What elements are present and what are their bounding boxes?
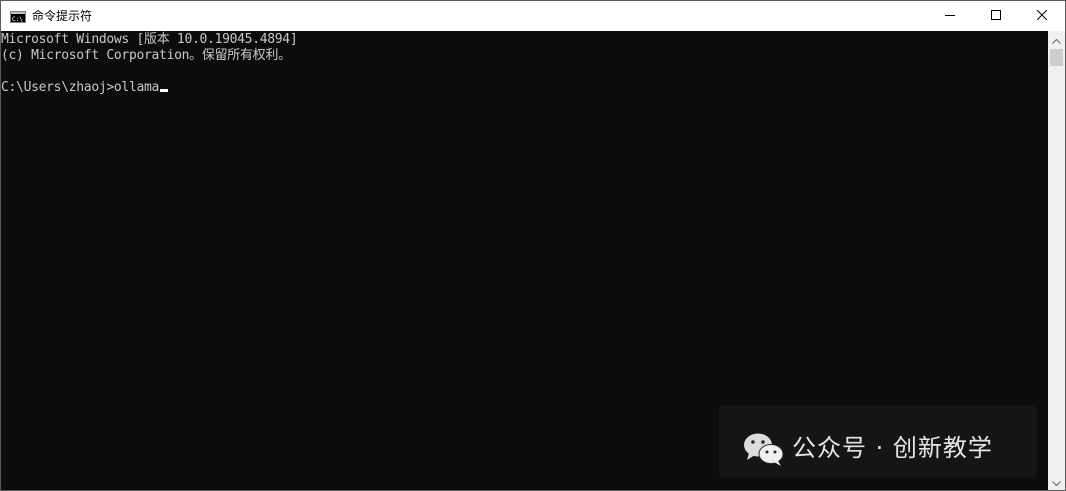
minimize-button[interactable] (927, 1, 973, 31)
minimize-icon (945, 7, 955, 25)
maximize-icon (991, 7, 1001, 25)
console-line: Microsoft Windows [版本 10.0.19045.4894] (1, 32, 298, 47)
scroll-down-arrow-icon (1052, 473, 1061, 491)
scroll-up-button[interactable] (1048, 31, 1065, 48)
vertical-scrollbar[interactable] (1048, 31, 1065, 490)
maximize-button[interactable] (973, 1, 1019, 31)
close-button[interactable] (1019, 1, 1065, 31)
wechat-icon (743, 432, 785, 466)
watermark-text: 公众号 · 创新教学 (792, 434, 993, 462)
command-input[interactable]: ollama (114, 80, 159, 95)
text-cursor (160, 89, 169, 92)
svg-text:C:\: C:\ (12, 16, 23, 23)
console-line: (c) Microsoft Corporation。保留所有权利。 (1, 48, 291, 63)
watermark: 公众号 · 创新教学 (719, 405, 1037, 477)
scroll-thumb[interactable] (1050, 49, 1063, 66)
command-prompt-window: C:\ 命令提示符 Microsoft Windows [版本 10.0.190… (0, 0, 1066, 491)
cmd-icon: C:\ (10, 10, 26, 23)
close-icon (1036, 7, 1048, 25)
prompt-path: C:\Users\zhaoj> (1, 80, 114, 95)
window-title: 命令提示符 (32, 9, 93, 23)
scroll-up-arrow-icon (1052, 31, 1061, 49)
command-line[interactable]: C:\Users\zhaoj>ollama (1, 80, 169, 96)
scroll-down-button[interactable] (1048, 473, 1065, 490)
title-bar[interactable]: C:\ 命令提示符 (1, 1, 1065, 31)
